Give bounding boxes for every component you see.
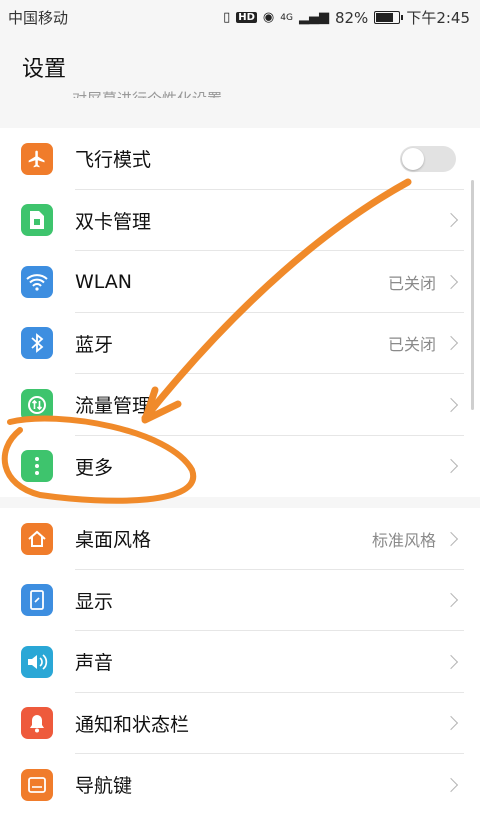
settings-group-device: 桌面风格 标准风格 显示 声音 通知和状态栏 导航键 <box>0 508 480 816</box>
row-label: 显示 <box>75 590 114 613</box>
network-type-icon: 4G <box>280 12 293 23</box>
clock: 下午2:45 <box>406 9 470 27</box>
data-usage-icon <box>21 388 53 421</box>
row-value: 标准风格 <box>371 530 436 550</box>
settings-row-display[interactable]: 显示 <box>0 570 480 631</box>
partially-hidden-description: 对屏幕进行个性化设置 <box>72 84 222 98</box>
settings-row-airplane-mode[interactable]: 飞行模式 <box>0 128 480 190</box>
display-icon <box>21 584 53 617</box>
home-style-icon <box>21 522 53 555</box>
row-label: 飞行模式 <box>75 149 152 172</box>
row-label: 导航键 <box>75 775 133 798</box>
chevron-right-icon <box>443 397 459 412</box>
row-label: 蓝牙 <box>75 333 114 356</box>
toggle-knob <box>402 147 424 170</box>
airplane-mode-toggle[interactable] <box>400 145 456 172</box>
chevron-right-icon <box>443 716 459 731</box>
bluetooth-icon <box>21 327 53 360</box>
battery-icon <box>374 11 404 24</box>
sound-icon <box>21 645 53 678</box>
row-value: 已关闭 <box>387 273 436 293</box>
vibrate-icon: ▯ <box>223 10 231 25</box>
status-icons: ▯ HD ◉ 4G ▂▄▆ 82% 下午2:45 <box>223 7 470 28</box>
settings-row-sound[interactable]: 声音 <box>0 631 480 693</box>
more-icon <box>21 450 53 483</box>
settings-row-navigation-keys[interactable]: 导航键 <box>0 754 480 816</box>
settings-row-data-usage[interactable]: 流量管理 <box>0 374 480 436</box>
battery-percent: 82% <box>334 8 369 27</box>
chevron-right-icon <box>443 336 459 351</box>
status-bar: 中国移动 ▯ HD ◉ 4G ▂▄▆ 82% 下午2:45 <box>0 0 480 34</box>
sim-card-icon <box>21 204 53 237</box>
chevron-right-icon <box>443 459 459 474</box>
chevron-right-icon <box>443 274 459 289</box>
row-label: WLAN <box>75 270 133 293</box>
row-label: 声音 <box>75 652 114 675</box>
carrier-name: 中国移动 <box>8 9 69 27</box>
eye-comfort-icon: ◉ <box>262 10 275 25</box>
settings-group-network: 飞行模式 双卡管理 WLAN 已关闭 蓝牙 已关闭 流量管理 更多 <box>0 128 480 497</box>
hd-icon: HD <box>236 12 257 23</box>
row-label: 更多 <box>75 456 114 479</box>
navigation-key-icon <box>21 768 53 801</box>
settings-row-wlan[interactable]: WLAN 已关闭 <box>0 251 480 313</box>
settings-row-dual-sim[interactable]: 双卡管理 <box>0 190 480 251</box>
chevron-right-icon <box>443 654 459 669</box>
chevron-right-icon <box>443 593 459 608</box>
wifi-icon <box>21 265 53 298</box>
battery-fill <box>376 13 393 22</box>
chevron-right-icon <box>443 777 459 792</box>
airplane-icon <box>21 142 53 175</box>
page-title: 设置 <box>22 57 67 82</box>
row-label: 通知和状态栏 <box>75 713 190 736</box>
row-value: 已关闭 <box>387 335 436 355</box>
row-label: 桌面风格 <box>75 529 152 552</box>
row-label: 流量管理 <box>75 395 152 418</box>
settings-row-more[interactable]: 更多 <box>0 436 480 498</box>
scrollbar[interactable] <box>471 180 474 410</box>
notification-icon <box>21 707 53 740</box>
row-label: 双卡管理 <box>75 210 152 233</box>
chevron-right-icon <box>443 213 459 228</box>
settings-row-bluetooth[interactable]: 蓝牙 已关闭 <box>0 313 480 374</box>
settings-row-notifications[interactable]: 通知和状态栏 <box>0 693 480 754</box>
settings-row-desktop-style[interactable]: 桌面风格 标准风格 <box>0 508 480 570</box>
chevron-right-icon <box>443 531 459 546</box>
signal-icon: ▂▄▆ <box>298 10 329 25</box>
